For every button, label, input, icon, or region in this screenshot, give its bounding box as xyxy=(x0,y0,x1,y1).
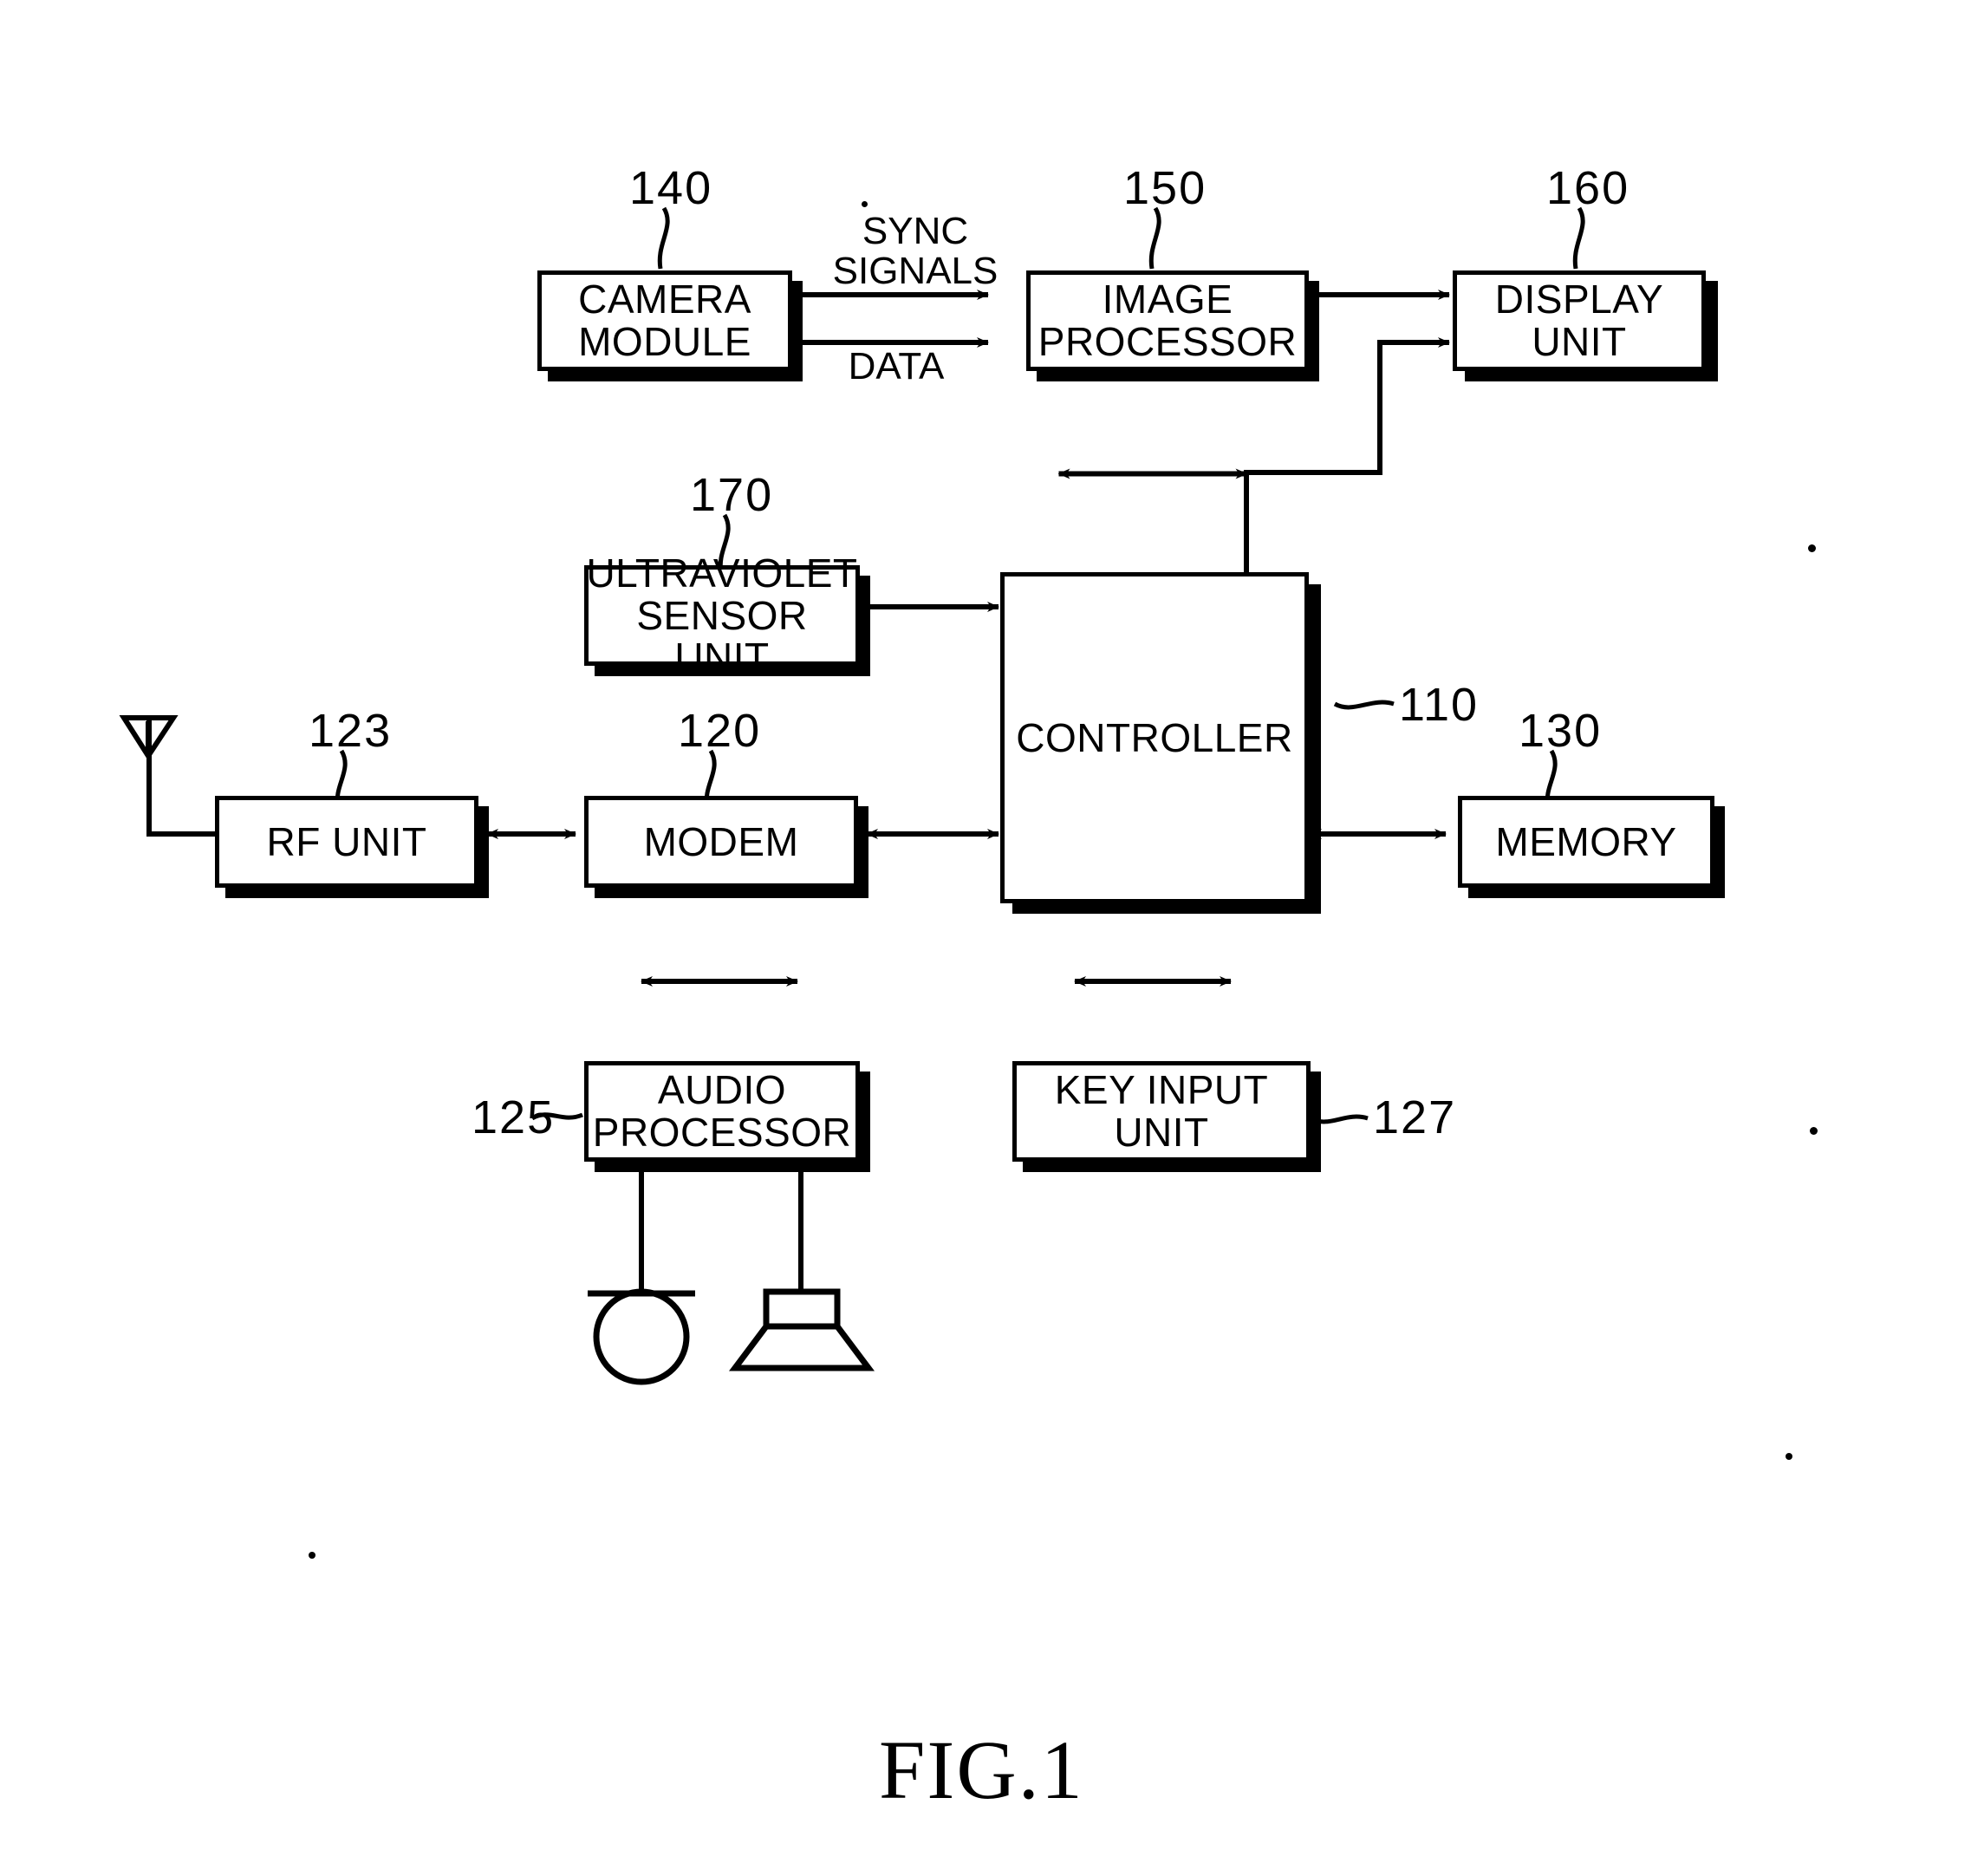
block-audio-processor[interactable]: AUDIO PROCESSOR xyxy=(584,1061,860,1162)
antenna-icon xyxy=(119,715,179,761)
block-controller-label: CONTROLLER xyxy=(1016,714,1293,760)
figure-caption: FIG.1 xyxy=(879,1723,1084,1816)
edge-label-data: DATA xyxy=(848,345,945,388)
refnum-150: 150 xyxy=(1123,162,1207,214)
block-modem[interactable]: MODEM xyxy=(584,796,858,888)
refnum-127: 127 xyxy=(1373,1091,1457,1143)
leader-110 xyxy=(1333,700,1395,710)
block-controller[interactable]: CONTROLLER xyxy=(1000,572,1309,903)
block-image-processor[interactable]: IMAGE PROCESSOR xyxy=(1026,270,1309,371)
block-camera-module[interactable]: CAMERA MODULE xyxy=(537,270,792,371)
block-display-unit[interactable]: DISPLAY UNIT xyxy=(1453,270,1706,371)
refnum-123: 123 xyxy=(309,705,393,757)
block-key-input-unit-label: KEY INPUT UNIT xyxy=(1054,1067,1269,1155)
block-image-processor-label: IMAGE PROCESSOR xyxy=(1038,277,1298,364)
leader-140 xyxy=(657,206,670,270)
block-key-input-unit[interactable]: KEY INPUT UNIT xyxy=(1012,1061,1311,1162)
scan-speck xyxy=(309,1552,315,1559)
block-ultraviolet-sensor-unit[interactable]: ULTRAVIOLET SENSOR UNIT xyxy=(584,551,860,679)
refnum-130: 130 xyxy=(1519,705,1603,757)
block-modem-label: MODEM xyxy=(643,818,799,864)
block-display-unit-label: DISPLAY UNIT xyxy=(1494,277,1664,364)
scan-speck xyxy=(1810,1127,1818,1135)
block-ultraviolet-sensor-unit-label: ULTRAVIOLET SENSOR UNIT xyxy=(586,550,858,681)
refnum-110: 110 xyxy=(1399,679,1480,731)
microphone-icon xyxy=(588,1288,695,1385)
refnum-125: 125 xyxy=(472,1091,556,1143)
leader-150 xyxy=(1148,206,1161,270)
refnum-140: 140 xyxy=(629,162,713,214)
refnum-120: 120 xyxy=(678,705,762,757)
edge-label-sync-signals: SYNC SIGNALS xyxy=(832,210,999,293)
speaker-icon xyxy=(729,1288,875,1371)
figure-page: CAMERA MODULE IMAGE PROCESSOR DISPLAY UN… xyxy=(0,0,1971,1876)
block-rf-unit-label: RF UNIT xyxy=(266,818,427,864)
refnum-170: 170 xyxy=(690,469,774,521)
refnum-160: 160 xyxy=(1546,162,1630,214)
block-memory[interactable]: MEMORY xyxy=(1458,796,1714,888)
block-camera-module-label: CAMERA MODULE xyxy=(578,277,751,364)
block-rf-unit[interactable]: RF UNIT xyxy=(215,796,478,888)
scan-speck xyxy=(862,201,868,207)
leader-lines xyxy=(335,206,1585,1124)
block-audio-processor-label: AUDIO PROCESSOR xyxy=(592,1067,852,1155)
scan-speck xyxy=(1786,1453,1792,1460)
leader-160 xyxy=(1572,206,1585,270)
scan-speck xyxy=(1808,544,1816,552)
block-memory-label: MEMORY xyxy=(1495,818,1677,864)
